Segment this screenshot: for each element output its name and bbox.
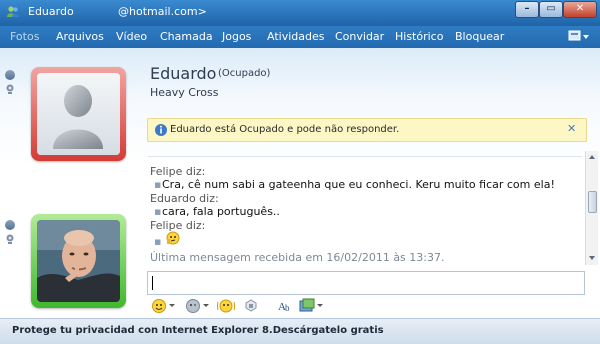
maximize-icon: ▭ [546,3,556,14]
contact-display-picture[interactable] [31,67,126,161]
my-display-picture[interactable] [31,214,126,308]
collapse-contact-picture-icon[interactable] [5,70,15,80]
message-text: ▪cara, fala português.. [154,205,280,218]
font-icon[interactable]: Ab [277,298,293,314]
contact-avatar [37,73,120,155]
menu-item-bloquear[interactable]: Bloquear [455,30,504,43]
minimize-icon: – [524,3,530,14]
emoticon-dropdown-icon[interactable] [169,304,175,307]
close-button[interactable]: ✕ [563,1,597,18]
dismiss-notice-icon[interactable]: ✕ [567,122,576,135]
my-avatar [37,220,120,302]
contact-email: @hotmail.com> [118,5,207,18]
svg-text:b: b [285,303,290,313]
menu-item-fotos[interactable]: Fotos [10,30,39,43]
wink-dropdown-icon[interactable] [203,304,209,307]
show-menu-icon[interactable] [567,30,591,44]
maximize-button[interactable]: ▭ [539,1,563,18]
conversation-scrollbar[interactable] [585,151,598,265]
contact-personal-message: Heavy Cross [150,86,219,99]
my-webcam-icon[interactable] [5,234,15,244]
busy-notice-bar: Eduardo está Ocupado e pode não responde… [147,118,587,142]
scroll-up-icon[interactable] [588,153,596,161]
menu-item-jogos[interactable]: Jogos [222,30,251,43]
message-text: ▪Cra, cê num sabi a gateenha que eu conh… [154,178,555,191]
menu-item-convidar[interactable]: Convidar [335,30,384,43]
text-caret [152,276,153,290]
nudge-icon[interactable] [217,298,235,314]
ad-link[interactable]: Protege tu privacidad con Internet Explo… [12,325,384,336]
close-icon: ✕ [575,3,585,14]
notice-text: Eduardo está Ocupado e pode não responde… [170,124,400,135]
background-dropdown-icon[interactable] [317,304,323,307]
message-sender: Eduardo diz: [150,192,219,205]
menu-item-video[interactable]: Vídeo [116,30,147,43]
message-input[interactable] [147,271,585,295]
scrollbar-thumb[interactable] [588,191,597,213]
background-icon[interactable] [299,298,315,314]
menu-item-historico[interactable]: Histórico [395,30,443,43]
conversation-history: Felipe diz: ▪Cra, cê num sabi a gateenha… [148,156,582,266]
menu-item-atividades[interactable]: Atividades [267,30,324,43]
emoticon-icon[interactable] [151,298,167,314]
menu-item-chamada[interactable]: Chamada [160,30,213,43]
contact-name: Eduardo [150,64,217,83]
info-icon [155,124,167,136]
conversation-window: Eduardo (Ocupado) Heavy Cross Eduardo es… [0,48,600,344]
menu-item-arquivos[interactable]: Arquivos [56,30,104,43]
input-toolbar: Ab [147,296,585,316]
contact-status: (Ocupado) [218,68,271,79]
message-sender: Felipe diz: [150,165,206,178]
minimize-button[interactable]: – [515,1,539,18]
voice-clip-icon[interactable] [243,298,259,314]
title-bar: Eduardo @hotmail.com> – ▭ ✕ [0,0,600,26]
thinking-emoticon-icon [166,231,180,245]
message-bullet: ▪ [154,235,162,248]
webcam-icon[interactable] [5,84,15,94]
default-user-icon [37,73,120,155]
ad-footer: Protege tu privacidad con Internet Explo… [0,318,600,344]
menu-bar: Fotos Arquivos Vídeo Chamada Jogos Ativi… [0,26,600,48]
wink-icon[interactable] [185,298,201,314]
scroll-down-icon[interactable] [588,254,596,262]
window-title: Eduardo [28,5,74,18]
user-photo [37,220,120,302]
collapse-my-picture-icon[interactable] [5,220,15,230]
messenger-icon [7,6,19,17]
last-message-timestamp: Última mensagem recebida em 16/02/2011 à… [150,251,445,264]
